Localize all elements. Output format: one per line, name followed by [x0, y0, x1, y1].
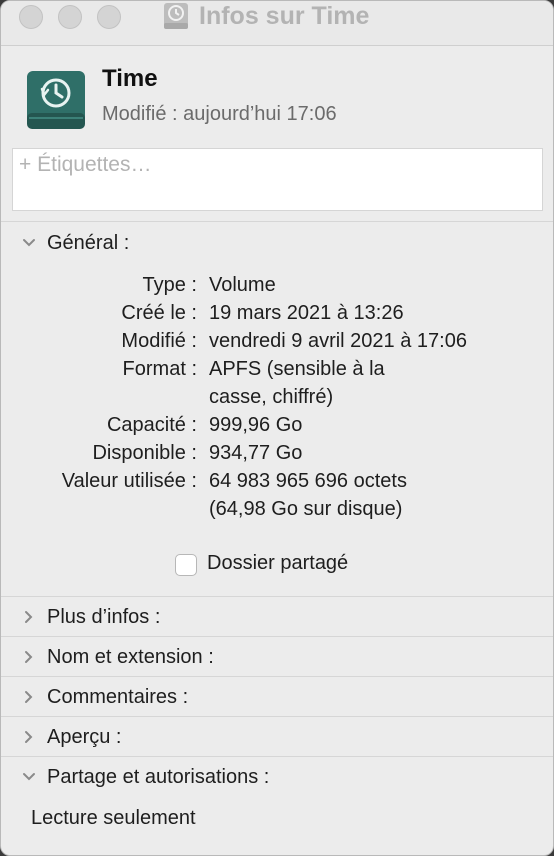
chevron-down-icon [23, 773, 35, 781]
section-sharing-label: Partage et autorisations : [47, 765, 270, 788]
info-row-value: 19 mars 2021 à 13:26 [209, 302, 404, 324]
section-preview[interactable]: Aperçu : [1, 718, 553, 756]
info-row-label: Modifié : [121, 330, 197, 352]
chevron-right-icon [25, 611, 33, 623]
window-title: Infos sur Time [199, 1, 370, 30]
chevron-right-icon [25, 651, 33, 663]
info-row-label: Type : [142, 274, 197, 296]
divider [1, 596, 553, 597]
divider [1, 676, 553, 677]
section-sharing[interactable]: Partage et autorisations : [1, 758, 553, 796]
section-name-extension[interactable]: Nom et extension : [1, 638, 553, 676]
divider [1, 221, 553, 222]
section-comments-label: Commentaires : [47, 685, 189, 708]
info-row-label: Créé le : [121, 302, 197, 324]
time-machine-drive-icon [164, 3, 188, 29]
tags-field[interactable]: + Étiquettes… [12, 148, 543, 211]
shared-folder-checkbox[interactable] [175, 554, 197, 576]
info-row-value: 64 983 965 696 octets [209, 470, 407, 492]
info-row-label: Valeur utilisée : [61, 470, 197, 492]
divider [1, 636, 553, 637]
item-modified: Modifié : aujourd’hui 17:06 [102, 103, 337, 125]
info-row-value: 999,96 Go [209, 414, 303, 436]
divider [1, 756, 553, 757]
title-bar: Infos sur Time [1, 1, 553, 46]
close-window-button[interactable] [19, 5, 43, 29]
section-general[interactable]: Général : [1, 224, 553, 262]
chevron-right-icon [25, 731, 33, 743]
item-name: Time [102, 65, 158, 92]
zoom-window-button[interactable] [97, 5, 121, 29]
info-row-label: Disponible : [92, 442, 197, 464]
shared-folder-label: Dossier partagé [207, 552, 349, 574]
info-window: Infos sur Time Time Modifié : aujourd’hu… [0, 0, 554, 856]
section-more-info[interactable]: Plus d’infos : [1, 598, 553, 636]
info-row-value-cont: (64,98 Go sur disque) [209, 498, 403, 520]
section-preview-label: Aperçu : [47, 725, 122, 748]
section-general-label: Général : [47, 231, 130, 254]
section-comments[interactable]: Commentaires : [1, 678, 553, 716]
info-row-value: APFS (sensible à la [209, 358, 385, 380]
info-row-value: Volume [209, 274, 276, 296]
info-row-value: 934,77 Go [209, 442, 303, 464]
minimize-window-button[interactable] [58, 5, 82, 29]
window-title-group: Infos sur Time [161, 1, 370, 33]
chevron-right-icon [25, 691, 33, 703]
info-row-label: Format : [122, 358, 197, 380]
chevron-down-icon [23, 239, 35, 247]
divider [1, 716, 553, 717]
info-row-label: Capacité : [106, 414, 197, 436]
section-more-info-label: Plus d’infos : [47, 605, 161, 628]
info-row-value: vendredi 9 avril 2021 à 17:06 [209, 330, 467, 352]
info-row-value-cont: casse, chiffré) [209, 386, 334, 408]
section-name-extension-label: Nom et extension : [47, 645, 214, 668]
drive-icon [27, 71, 85, 129]
sharing-status: Lecture seulement [31, 807, 196, 829]
